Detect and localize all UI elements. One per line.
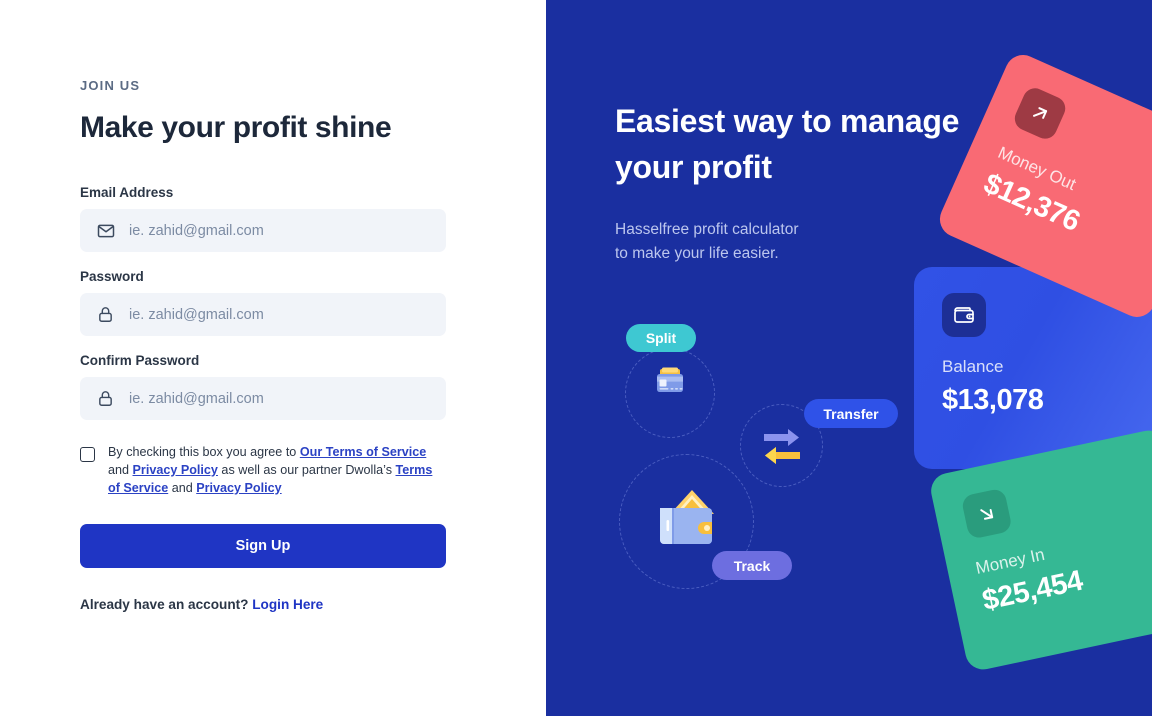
- login-here-link[interactable]: Login Here: [252, 597, 323, 612]
- card-balance-value: $13,078: [942, 384, 1044, 416]
- password-input-wrapper[interactable]: [80, 293, 446, 336]
- credit-card-icon: [654, 366, 686, 396]
- sign-up-button[interactable]: Sign Up: [80, 523, 446, 568]
- pill-split[interactable]: Split: [626, 324, 696, 352]
- exchange-arrows-icon: [760, 425, 804, 467]
- terms-text: By checking this box you agree to Our Te…: [108, 444, 446, 498]
- email-input[interactable]: [129, 222, 430, 239]
- password-input[interactable]: [129, 306, 430, 323]
- marketing-panel: Easiest way to manage your profit Hassel…: [546, 0, 1152, 716]
- arrow-down-right-icon: [960, 487, 1013, 540]
- terms-text-part3: as well as our partner Dwolla’s: [217, 462, 396, 477]
- field-password: Password: [80, 269, 446, 336]
- terms-checkbox[interactable]: [80, 447, 95, 462]
- signup-panel: JOIN US Make your profit shine Email Add…: [0, 0, 546, 716]
- hero-title: Easiest way to manage your profit: [615, 99, 1015, 191]
- confirm-password-input-wrapper[interactable]: [80, 377, 446, 420]
- email-input-wrapper[interactable]: [80, 209, 446, 252]
- confirm-password-label: Confirm Password: [80, 353, 200, 368]
- lock-icon: [96, 305, 115, 324]
- envelope-icon: [96, 221, 115, 240]
- eyebrow-label: JOIN US: [80, 78, 141, 93]
- pill-split-label: Split: [645, 330, 677, 346]
- email-label: Email Address: [80, 185, 174, 200]
- login-prompt: Already have an account? Login Here: [80, 597, 446, 612]
- pill-transfer[interactable]: Transfer: [804, 399, 898, 428]
- terms-text-part2: and: [108, 462, 133, 477]
- pill-track[interactable]: Track: [712, 551, 792, 580]
- partner-privacy-policy-link[interactable]: Privacy Policy: [196, 481, 281, 495]
- field-email: Email Address: [80, 185, 446, 252]
- login-prompt-text: Already have an account?: [80, 596, 253, 612]
- wallet-cash-icon: [652, 482, 724, 550]
- pill-track-label: Track: [733, 557, 771, 574]
- confirm-password-input[interactable]: [129, 390, 430, 407]
- hero-title-line-1: Easiest way to manage: [615, 103, 960, 139]
- privacy-policy-link[interactable]: Privacy Policy: [133, 463, 218, 477]
- terms-text-part4: and: [168, 480, 197, 495]
- arrow-up-right-icon: [1010, 84, 1070, 143]
- lock-icon: [96, 389, 115, 408]
- wallet-icon: [942, 293, 986, 337]
- field-confirm-password: Confirm Password: [80, 353, 446, 420]
- password-label: Password: [80, 269, 144, 284]
- terms-text-part1: By checking this box you agree to: [108, 445, 300, 459]
- terms-agreement-row: By checking this box you agree to Our Te…: [80, 444, 446, 498]
- page-title: Make your profit shine: [80, 111, 392, 144]
- hero-subtitle-line-2: to make your life easier.: [615, 244, 779, 262]
- signup-form: JOIN US Make your profit shine Email Add…: [80, 78, 446, 612]
- terms-of-service-link[interactable]: Our Terms of Service: [300, 445, 426, 459]
- card-balance-label: Balance: [942, 357, 1004, 376]
- pill-transfer-label: Transfer: [823, 405, 879, 422]
